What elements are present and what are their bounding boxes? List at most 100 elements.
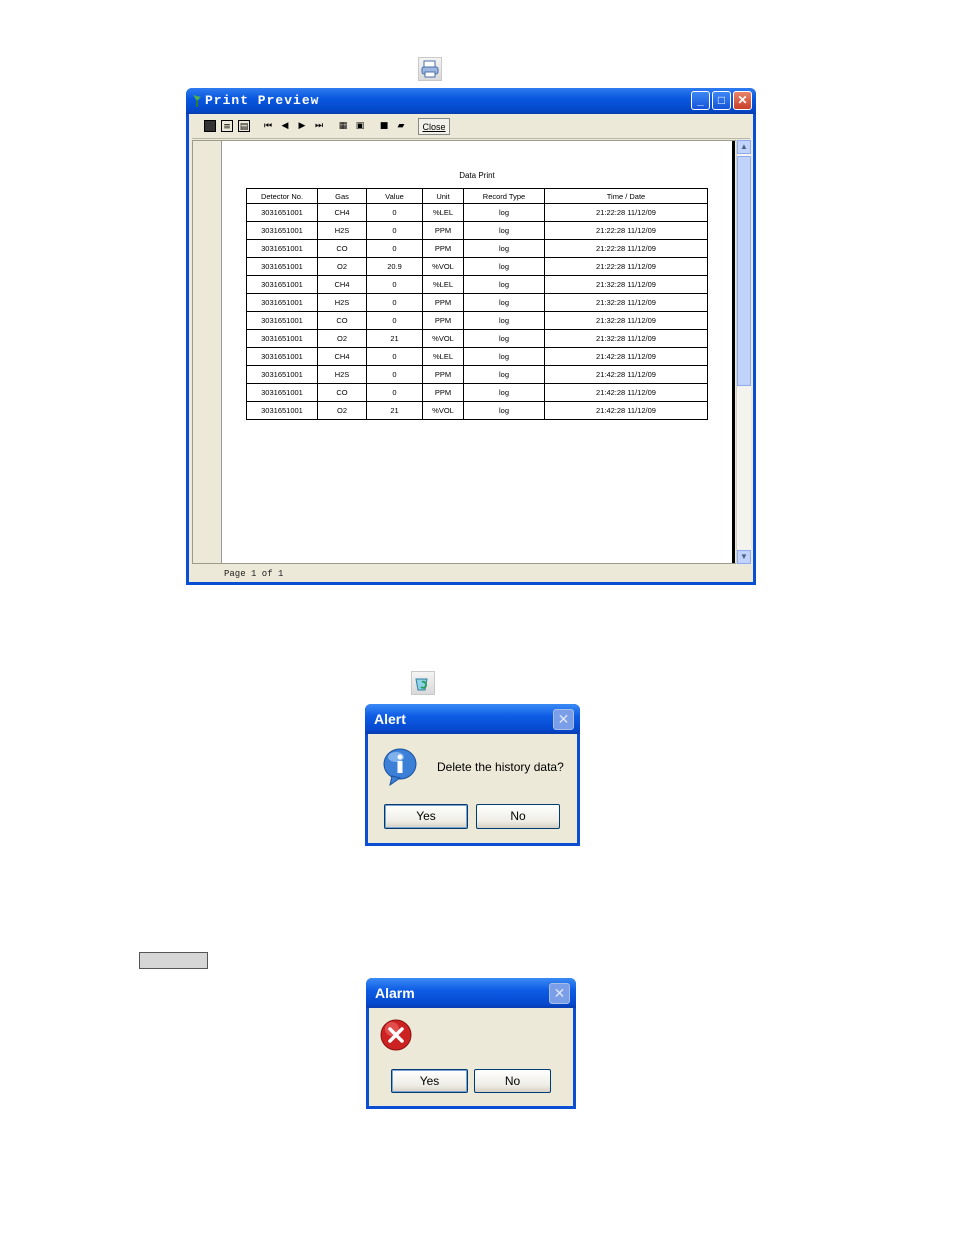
table-row: 3031651001 CO 0 PPM log 21:22:28 11/12/09 <box>246 239 708 258</box>
maximize-button[interactable]: □ <box>712 91 731 110</box>
table-row: 3031651001 CH4 0 %LEL log 21:32:28 11/12/09 <box>246 275 708 294</box>
preview-toolbar: ≡ ▤ ⏮ ◀ ▶ ⏭ ▦ ▣ ■ ▰ Close <box>192 116 750 139</box>
status-bar: Page 1 of 1 <box>192 566 750 582</box>
table-cell: 21:32:28 11/12/09 <box>544 311 708 330</box>
table-cell: %VOL <box>422 401 464 420</box>
table-cell: 0 <box>366 347 423 366</box>
yes-button[interactable]: Yes <box>391 1069 468 1093</box>
close-icon[interactable]: ✕ <box>553 709 574 730</box>
col-header: Value <box>366 188 423 204</box>
save-icon[interactable]: ■ <box>378 120 390 132</box>
table-row: 3031651001 O2 20.9 %VOL log 21:22:28 11/12/09 <box>246 257 708 276</box>
table-cell: H2S <box>317 293 367 312</box>
scroll-thumb[interactable] <box>737 156 751 386</box>
window-title: Print Preview <box>205 93 320 108</box>
close-window-button[interactable]: ✕ <box>733 91 752 110</box>
open-icon[interactable]: ▰ <box>395 120 407 132</box>
error-icon <box>380 1019 412 1051</box>
table-cell: 21:32:28 11/12/09 <box>544 293 708 312</box>
table-cell: 21:22:28 11/12/09 <box>544 239 708 258</box>
print-icon[interactable]: ▣ <box>354 120 366 132</box>
minimize-button[interactable]: _ <box>691 91 710 110</box>
table-row: 3031651001 O2 21 %VOL log 21:32:28 11/12/09 <box>246 329 708 348</box>
zoom-100-icon[interactable]: ▤ <box>238 120 250 132</box>
table-row: 3031651001 CO 0 PPM log 21:32:28 11/12/09 <box>246 311 708 330</box>
yes-button[interactable]: Yes <box>384 804 468 829</box>
next-page-icon[interactable]: ▶ <box>296 120 308 132</box>
col-header: Record Type <box>463 188 545 204</box>
table-cell: 21 <box>366 401 423 420</box>
table-cell: %LEL <box>422 347 464 366</box>
table-row: 3031651001 CH4 0 %LEL log 21:22:28 11/12/09 <box>246 203 708 222</box>
table-cell: 21 <box>366 329 423 348</box>
no-button[interactable]: No <box>476 804 560 829</box>
table-cell: 0 <box>366 365 423 384</box>
printer-setup-icon[interactable]: ▦ <box>337 120 349 132</box>
table-cell: log <box>463 221 545 240</box>
table-cell: 0 <box>366 275 423 294</box>
table-cell: %LEL <box>422 203 464 222</box>
table-row: 3031651001 CO 0 PPM log 21:42:28 11/12/09 <box>246 383 708 402</box>
table-cell: CH4 <box>317 203 367 222</box>
scroll-down-icon[interactable]: ▼ <box>737 550 751 564</box>
table-cell: 3031651001 <box>246 311 318 330</box>
alert-dialog: Alert ✕ Delete the history data? Yes No <box>365 704 580 846</box>
table-cell: PPM <box>422 221 464 240</box>
table-row: 3031651001 H2S 0 PPM log 21:42:28 11/12/09 <box>246 365 708 384</box>
table-cell: 21:42:28 11/12/09 <box>544 383 708 402</box>
scroll-up-icon[interactable]: ▲ <box>737 140 751 154</box>
table-row: 3031651001 CH4 0 %LEL log 21:42:28 11/12/09 <box>246 347 708 366</box>
table-cell: log <box>463 347 545 366</box>
report-title: Data Print <box>459 171 495 180</box>
printer-icon[interactable] <box>418 57 442 81</box>
close-icon[interactable]: ✕ <box>549 983 570 1004</box>
vertical-scrollbar[interactable]: ▲ ▼ <box>736 140 751 564</box>
col-header: Unit <box>422 188 464 204</box>
table-row: 3031651001 H2S 0 PPM log 21:22:28 11/12/09 <box>246 221 708 240</box>
no-button[interactable]: No <box>474 1069 551 1093</box>
alert-message: Delete the history data? <box>437 760 564 774</box>
table-cell: 0 <box>366 221 423 240</box>
table-cell: log <box>463 383 545 402</box>
table-cell: CO <box>317 311 367 330</box>
table-cell: 3031651001 <box>246 293 318 312</box>
table-cell: log <box>463 257 545 276</box>
table-cell: 3031651001 <box>246 221 318 240</box>
col-header: Gas <box>317 188 367 204</box>
table-cell: PPM <box>422 239 464 258</box>
table-cell: log <box>463 401 545 420</box>
table-cell: 3031651001 <box>246 347 318 366</box>
close-button[interactable]: Close <box>418 118 450 135</box>
table-cell: 21:22:28 11/12/09 <box>544 203 708 222</box>
whole-page-icon[interactable] <box>204 120 216 132</box>
table-row: 3031651001 H2S 0 PPM log 21:32:28 11/12/09 <box>246 293 708 312</box>
table-cell: log <box>463 311 545 330</box>
gray-button[interactable] <box>139 952 208 969</box>
table-cell: 0 <box>366 311 423 330</box>
col-header: Time / Date <box>544 188 708 204</box>
report-table: Detector No. Gas Value Unit Record Type … <box>246 188 708 420</box>
table-cell: PPM <box>422 365 464 384</box>
page-width-icon[interactable]: ≡ <box>221 120 233 132</box>
prev-page-icon[interactable]: ◀ <box>279 120 291 132</box>
table-cell: 0 <box>366 239 423 258</box>
table-cell: CH4 <box>317 347 367 366</box>
table-cell: CH4 <box>317 275 367 294</box>
table-cell: 3031651001 <box>246 257 318 276</box>
recycle-icon[interactable] <box>411 671 435 695</box>
table-cell: log <box>463 203 545 222</box>
col-header: Detector No. <box>246 188 318 204</box>
last-page-icon[interactable]: ⏭ <box>313 120 325 132</box>
table-cell: 21:22:28 11/12/09 <box>544 221 708 240</box>
alarm-dialog: Alarm ✕ Yes No <box>366 978 576 1109</box>
table-cell: 3031651001 <box>246 239 318 258</box>
table-cell: 3031651001 <box>246 365 318 384</box>
table-cell: 3031651001 <box>246 203 318 222</box>
first-page-icon[interactable]: ⏮ <box>262 120 274 132</box>
table-cell: CO <box>317 383 367 402</box>
table-cell: 20.9 <box>366 257 423 276</box>
table-cell: %LEL <box>422 275 464 294</box>
alert-title: Alert <box>374 711 406 727</box>
table-cell: PPM <box>422 311 464 330</box>
table-cell: O2 <box>317 257 367 276</box>
